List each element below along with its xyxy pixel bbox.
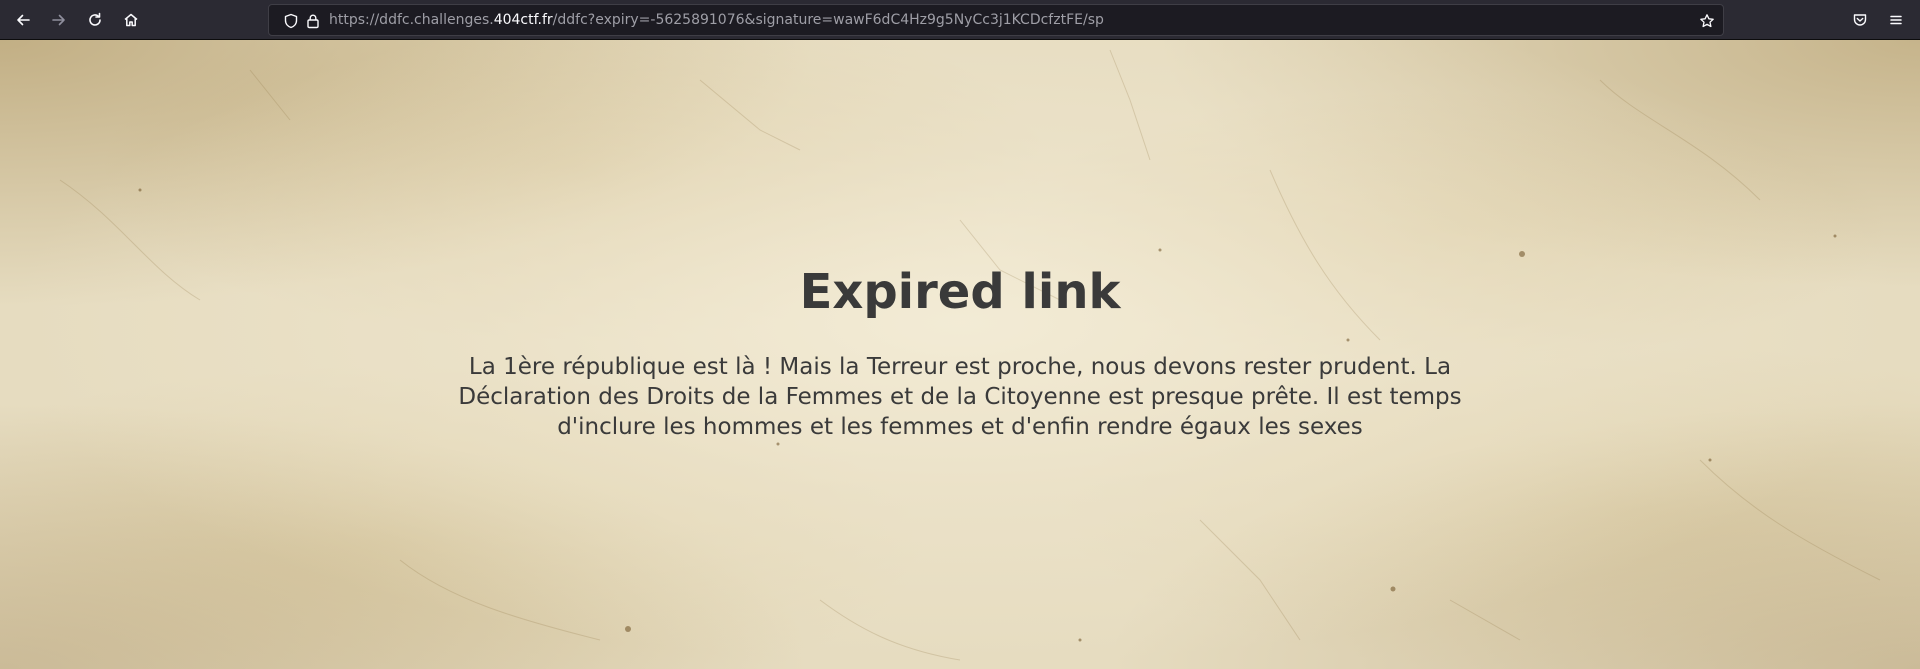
arrow-right-icon [51,12,67,28]
browser-toolbar: https://ddfc.challenges.404ctf.fr/ddfc?e… [0,0,1920,40]
url-bar[interactable]: https://ddfc.challenges.404ctf.fr/ddfc?e… [268,4,1724,36]
page-title: Expired link [799,264,1121,320]
hamburger-menu-icon [1888,12,1904,28]
reload-button[interactable] [80,5,110,35]
shield-icon[interactable] [282,12,300,30]
arrow-left-icon [15,12,31,28]
page-message: La 1ère république est là ! Mais la Terr… [458,354,1462,440]
url-text[interactable]: https://ddfc.challenges.404ctf.fr/ddfc?e… [329,5,1104,35]
lock-icon[interactable] [304,12,322,30]
menu-button[interactable] [1881,5,1911,35]
home-button[interactable] [116,5,146,35]
home-icon [123,12,139,28]
url-prefix: https://ddfc.challenges. [329,12,494,28]
reload-icon [87,12,103,28]
pocket-icon [1852,12,1868,28]
page-viewport: Expired link La 1ère république est là !… [0,40,1920,669]
pocket-button[interactable] [1845,5,1875,35]
forward-button[interactable] [44,5,74,35]
url-host: 404ctf.fr [493,12,553,28]
back-button[interactable] [8,5,38,35]
star-icon[interactable] [1698,12,1716,30]
url-path: /ddfc?expiry=-5625891076&signature=wawF6… [552,12,1104,28]
